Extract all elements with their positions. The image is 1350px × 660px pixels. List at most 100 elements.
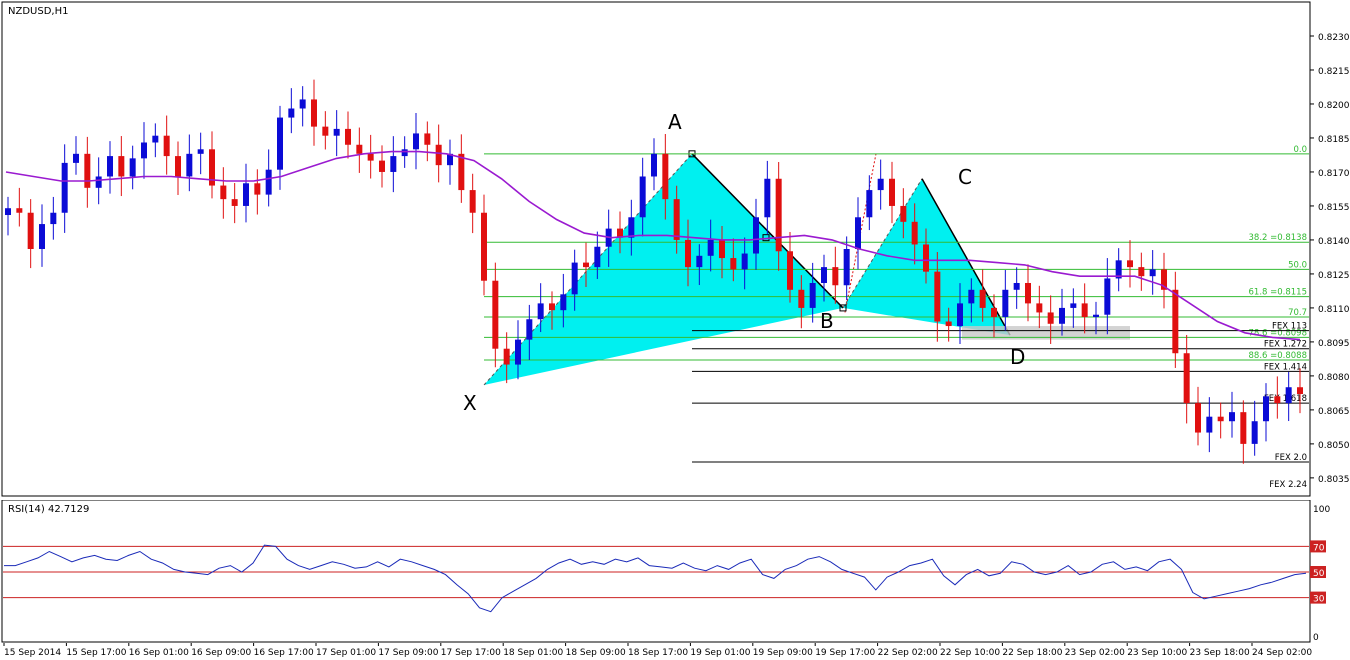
candle-body — [764, 178, 771, 218]
price-axis: 0.8230 0.8215 0.8200 0.8185 0.8170 0.8155 0.81… — [1310, 33, 1350, 485]
candle-body — [571, 262, 578, 295]
candle-body — [345, 128, 351, 145]
candle-body — [299, 99, 306, 109]
candle-body — [662, 153, 669, 200]
price-tick-label: 0.8140 — [1318, 237, 1350, 247]
time-tick-label: 22 Sep 10:00 — [940, 648, 1000, 658]
price-tick-label: 0.8185 — [1318, 135, 1350, 145]
rsi-tick-label: 30 — [1313, 595, 1325, 605]
candle-body — [719, 239, 725, 259]
candle-body — [50, 212, 57, 225]
candle-body — [1002, 289, 1009, 317]
candle-body — [424, 133, 431, 145]
candle-body — [537, 303, 544, 320]
candle-body — [401, 149, 408, 157]
candle-body — [911, 221, 918, 245]
candle-body — [1251, 421, 1258, 444]
rsi-axis: 100 70 50 30 0 — [1310, 505, 1330, 643]
candle-body — [435, 144, 442, 166]
candle-body — [503, 348, 510, 365]
candle-body — [979, 289, 986, 308]
candle-body — [809, 282, 816, 308]
candle-body — [129, 158, 136, 177]
time-axis: 15 Sep 2014 15 Sep 17:00 16 Sep 01:00 16 Se… — [3, 643, 1312, 658]
fex-level-label: FEX 1.414 — [1264, 362, 1307, 372]
candle-body — [322, 126, 329, 136]
candle-body — [16, 208, 23, 213]
pattern-label-b: B — [820, 309, 834, 333]
rsi-indicator[interactable]: RSI(14) 42.7129 100 70 50 30 0 — [0, 500, 1350, 643]
fib-level-label: 70.7 — [1288, 308, 1307, 318]
candle-body — [367, 153, 374, 161]
candle-body — [515, 339, 521, 365]
candle-body — [5, 208, 11, 216]
candle-body — [1206, 416, 1213, 433]
time-tick-label: 15 Sep 2014 — [4, 648, 61, 658]
candle-body — [594, 246, 601, 268]
price-chart[interactable]: NZDUSD,H1 0.8230 0.8215 0.8200 0.8185 0.8170… — [0, 0, 1350, 498]
candle-body — [583, 262, 589, 268]
candle-body — [1297, 387, 1303, 395]
rsi-tick-label: 70 — [1313, 543, 1325, 553]
candle-body — [843, 249, 850, 286]
candle-body — [152, 135, 159, 143]
candle-body — [413, 133, 419, 150]
time-tick-label: 17 Sep 09:00 — [378, 648, 438, 658]
candle-body — [73, 153, 79, 163]
pattern-label-d: D — [1010, 345, 1025, 369]
candle-body — [1047, 312, 1054, 324]
candle-body — [741, 253, 748, 270]
candle-body — [1104, 278, 1111, 315]
price-tick-label: 0.8215 — [1318, 67, 1350, 77]
time-tick-label: 16 Sep 09:00 — [191, 648, 251, 658]
candle-body — [39, 224, 45, 249]
candle-body — [855, 217, 861, 249]
candle-body — [311, 99, 317, 127]
candle-body — [775, 178, 782, 252]
candle-body — [1240, 412, 1247, 444]
price-tick-label: 0.8200 — [1318, 101, 1350, 111]
candle-body — [1093, 314, 1099, 317]
time-tick-label: 18 Sep 17:00 — [628, 648, 688, 658]
price-tick-label: 0.8125 — [1318, 271, 1350, 281]
candle-body — [481, 212, 487, 281]
fib-level-label: 88.6 =0.8088 — [1249, 351, 1308, 361]
fib-level-label: 38.2 =0.8138 — [1249, 233, 1308, 243]
candle-body — [107, 156, 113, 177]
candle-body — [968, 289, 975, 304]
time-tick-label: 23 Sep 10:00 — [1127, 648, 1187, 658]
candle-body — [877, 178, 884, 191]
candle-body — [220, 185, 227, 200]
pattern-label-x: X — [463, 391, 477, 415]
time-tick-label: 18 Sep 09:00 — [566, 648, 626, 658]
time-tick-label: 19 Sep 17:00 — [815, 648, 875, 658]
candle-body — [1263, 396, 1269, 422]
candle-body — [1025, 282, 1031, 304]
candle-body — [628, 217, 635, 238]
candle-body — [254, 183, 261, 195]
fex-level-label: FEX 1.618 — [1264, 394, 1307, 404]
time-tick-label: 15 Sep 17:00 — [66, 648, 126, 658]
pattern-label-c: C — [958, 165, 972, 189]
candle-body — [469, 190, 476, 213]
candle-body — [141, 142, 147, 159]
time-tick-label: 19 Sep 09:00 — [753, 648, 813, 658]
candle-body — [1013, 282, 1020, 290]
candle-body — [639, 176, 646, 218]
candle-body — [707, 239, 714, 256]
candle-body — [197, 149, 204, 154]
fib-level-label: 50.0 — [1288, 260, 1307, 270]
candle-body — [889, 178, 895, 206]
rsi-tick-label: 0 — [1313, 633, 1319, 643]
rsi-plot-frame — [1, 500, 1311, 643]
candle-body — [1149, 269, 1156, 277]
candle-body — [1172, 289, 1179, 354]
candle-body — [685, 239, 691, 268]
fib-level-label: 0.0 — [1293, 145, 1307, 155]
symbol-label: NZDUSD,H1 — [8, 6, 68, 17]
fex-level-label: FEX 2.0 — [1275, 453, 1307, 463]
candle-body — [27, 212, 34, 249]
candle-body — [1070, 303, 1077, 308]
time-tick-label: 18 Sep 01:00 — [503, 648, 563, 658]
candle-body — [163, 135, 170, 157]
